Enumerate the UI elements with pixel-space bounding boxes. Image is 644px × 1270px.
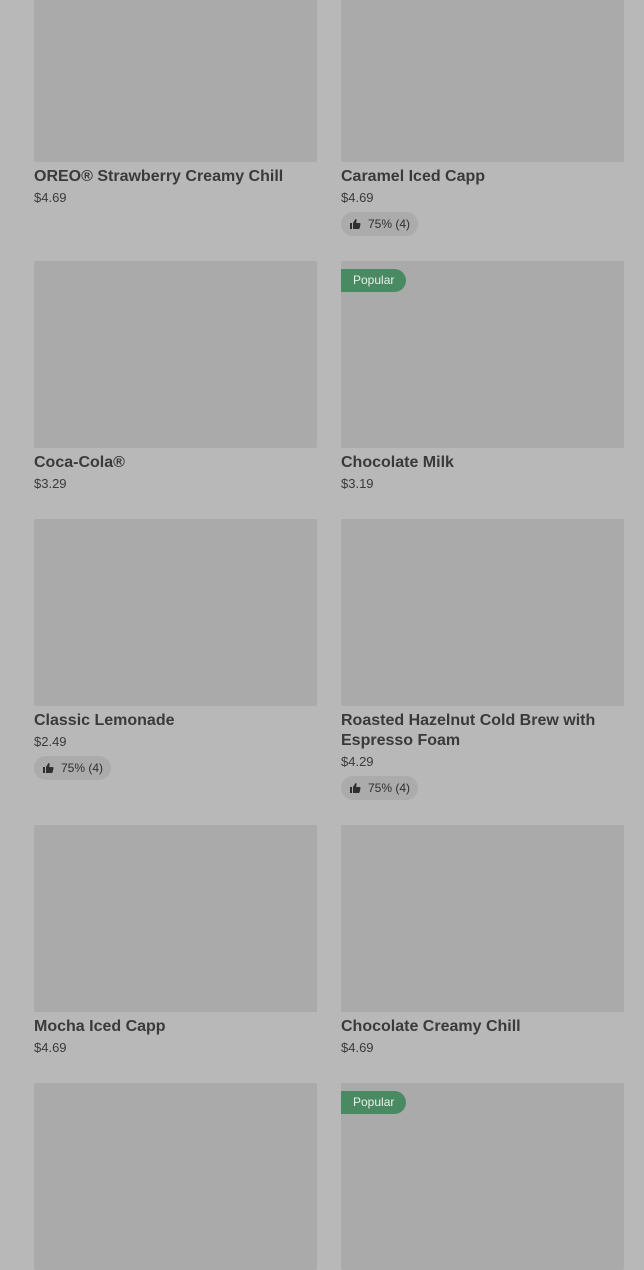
menu-item-card[interactable]: Popular	[341, 1083, 624, 1270]
menu-item-image[interactable]	[34, 1083, 317, 1270]
menu-item-name: Classic Lemonade	[34, 712, 175, 729]
menu-item-card[interactable]: Mocha Iced Capp $4.69	[34, 825, 317, 1056]
menu-item-image[interactable]	[34, 0, 317, 162]
thumbs-up-icon	[43, 763, 54, 773]
thumbs-up-icon	[350, 783, 361, 793]
menu-item-price: $4.69	[341, 1040, 374, 1055]
menu-item-name: Roasted Hazelnut Cold Brew with Espresso…	[341, 712, 596, 749]
menu-item-card[interactable]: Caramel Iced Capp $4.69 75% (4)	[341, 0, 624, 236]
rating-pill: 75% (4)	[341, 212, 419, 236]
menu-item-price: $3.29	[34, 476, 67, 491]
menu-item-image[interactable]: Popular	[341, 261, 624, 448]
menu-item-name: Coca-Cola®	[34, 454, 125, 471]
rating-text: 75% (4)	[368, 781, 411, 795]
menu-item-card[interactable]: Coca-Cola® $3.29	[34, 261, 317, 492]
menu-item-price: $4.69	[34, 1040, 67, 1055]
menu-item-image[interactable]	[341, 519, 624, 706]
rating-pill: 75% (4)	[341, 776, 419, 800]
menu-item-price: $4.69	[341, 190, 374, 205]
menu-item-image[interactable]	[34, 519, 317, 706]
menu-item-card[interactable]	[34, 1083, 317, 1270]
menu-item-price: $2.49	[34, 734, 67, 749]
popular-badge: Popular	[341, 269, 407, 292]
rating-text: 75% (4)	[368, 217, 411, 231]
menu-item-name: Chocolate Milk	[341, 454, 454, 471]
menu-item-image[interactable]	[341, 0, 624, 162]
menu-item-price: $3.19	[341, 476, 374, 491]
menu-item-price: $4.69	[34, 190, 67, 205]
menu-item-card[interactable]: Chocolate Creamy Chill $4.69	[341, 825, 624, 1056]
menu-item-image[interactable]	[34, 261, 317, 448]
menu-item-name: OREO® Strawberry Creamy Chill	[34, 168, 284, 185]
menu-item-card[interactable]: Classic Lemonade $2.49 75% (4)	[34, 519, 317, 780]
menu-item-name: Chocolate Creamy Chill	[341, 1018, 521, 1035]
rating-pill: 75% (4)	[34, 756, 112, 780]
menu-item-image[interactable]	[34, 825, 317, 1012]
menu-item-card[interactable]: Popular Chocolate Milk $3.19	[341, 261, 624, 492]
menu-item-price: $4.29	[341, 754, 374, 769]
menu-item-image[interactable]	[341, 825, 624, 1012]
menu-item-card[interactable]: OREO® Strawberry Creamy Chill $4.69	[34, 0, 317, 206]
popular-badge: Popular	[341, 1091, 407, 1114]
menu-item-name: Caramel Iced Capp	[341, 168, 486, 185]
rating-text: 75% (4)	[61, 761, 104, 775]
menu-item-name: Mocha Iced Capp	[34, 1018, 166, 1035]
thumbs-up-icon	[350, 219, 361, 229]
menu-item-card[interactable]: Roasted Hazelnut Cold Brew with Espresso…	[341, 519, 624, 800]
menu-item-image[interactable]: Popular	[341, 1083, 624, 1270]
